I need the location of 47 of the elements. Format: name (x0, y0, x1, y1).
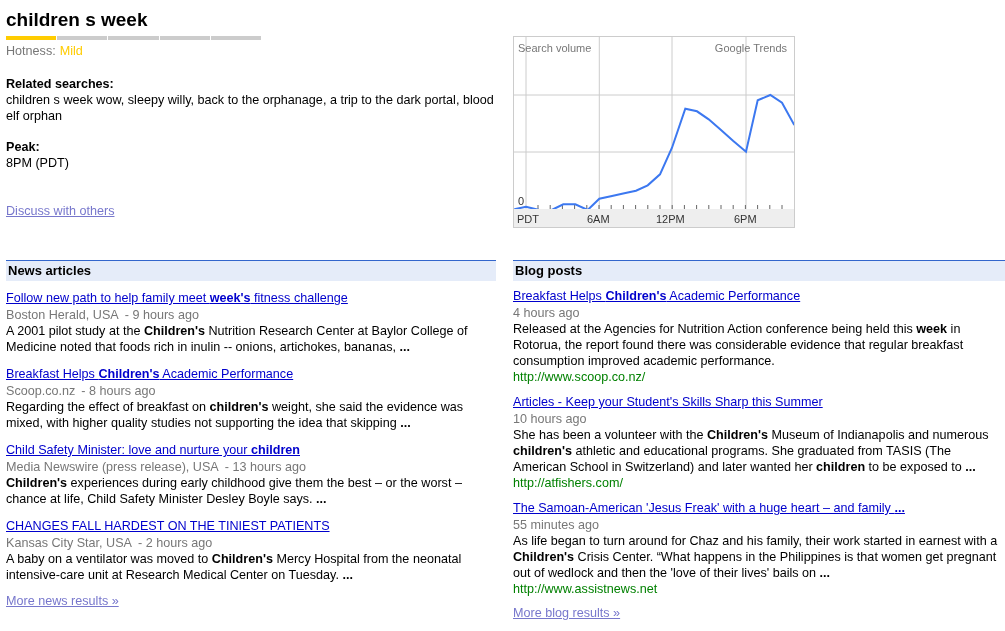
hotness-label: Hotness: (6, 43, 56, 59)
more-blog-link[interactable]: More blog results » (513, 605, 621, 621)
article-snippet: Children's experiences during early childhood give them the best – or the worst – chance at life, Child Safety Minister Desley Boyle says. ... (6, 475, 463, 507)
article-snippet: A 2001 pilot study at the Children's Nutrition Research Center at Baylor College of Medicine noted that foods rich in inulin -- onions, artichokes, bananas, ... (6, 323, 469, 355)
blog-link[interactable]: Breakfast Helps Children's Academic Performance (513, 287, 801, 305)
article-age: - 2 hours ago (138, 535, 213, 551)
article-age: - 13 hours ago (224, 459, 306, 475)
blog-age: 55 minutes ago (513, 517, 600, 533)
blog-snippet: Released at the Agencies for Nutrition Action conference being held this week in Rotorua, the report found there was considerable evidence that regular breakfast consumption improved academic performance. (513, 321, 965, 369)
blog-link[interactable]: Articles - Keep your Student's Skills Sharp this Summer (513, 393, 823, 411)
blog-snippet: She has been a volunteer with the Children's Museum of Indianapolis and numerous children's athletic and educational programs. She graduated from TASIS (The American School in Switzerland) and later wanted her children to be exposed to ... (513, 427, 990, 475)
topic-title: children s week (6, 9, 148, 31)
article-source: Kansas City Star, USA (6, 535, 132, 551)
article-age: - 8 hours ago (81, 383, 156, 399)
related-heading: Related searches: (6, 76, 114, 92)
blog-url: http://atfishers.com/ (513, 475, 623, 491)
article-link[interactable]: Child Safety Minister: love and nurture your children (6, 441, 300, 459)
article-link[interactable]: CHANGES FALL HARDEST ON THE TINIEST PATIENTS (6, 517, 330, 535)
article-link[interactable]: Breakfast Helps Children's Academic Performance (6, 365, 294, 383)
x-axis-label: 12PM (656, 212, 685, 226)
x-axis-label: 6PM (734, 212, 757, 226)
article-source: Media Newswire (press release), USA (6, 459, 219, 475)
blog-snippet: As life began to turn around for Chaz and his family, their work started in earnest with a Children's Crisis Center. “What happens in the Philippines is that women get pregnant out of wedlock and then the 'love of their lives' bails on ... (513, 533, 999, 581)
blog-url: http://www.assistnews.net (513, 581, 658, 597)
discuss-link[interactable]: Discuss with others (6, 203, 115, 219)
related-searches: children s week wow, sleepy willy, back to the orphanage, a trip to the dark portal, blood elf orphan (6, 92, 495, 124)
article-age: - 9 hours ago (124, 307, 199, 323)
peak-heading: Peak: (6, 139, 40, 155)
article-snippet: Regarding the effect of breakfast on children's weight, she said the evidence was mixed, with higher quality studies not supporting the idea that skipping ... (6, 399, 465, 431)
article-link[interactable]: Follow new path to help family meet week's fitness challenge (6, 289, 348, 307)
more-news-link[interactable]: More news results » (6, 593, 119, 609)
article-source: Scoop.co.nz (6, 383, 76, 399)
section-header: Blog posts (513, 260, 1005, 281)
blog-url: http://www.scoop.co.nz/ (513, 369, 646, 385)
blog-age: 10 hours ago (513, 411, 587, 427)
x-axis-label: PDT (517, 212, 539, 226)
blog-age: 4 hours ago (513, 305, 580, 321)
article-snippet: A baby on a ventilator was moved to Children's Mercy Hospital from the neonatal intensive-care unit at Research Medical Center on Tuesday. ... (6, 551, 463, 583)
hotness-value: Mild (59, 43, 83, 59)
chart-title: Search volume (518, 41, 592, 56)
blog-link[interactable]: The Samoan-American 'Jesus Freak' with a huge heart – and family ... (513, 499, 905, 517)
x-axis-label: 6AM (587, 212, 610, 226)
section-header: News articles (6, 260, 496, 281)
peak-value: 8PM (PDT) (6, 155, 69, 171)
article-source: Boston Herald, USA (6, 307, 119, 323)
y-axis-label: 0 (518, 195, 525, 207)
chart-source: Google Trends (714, 41, 787, 56)
